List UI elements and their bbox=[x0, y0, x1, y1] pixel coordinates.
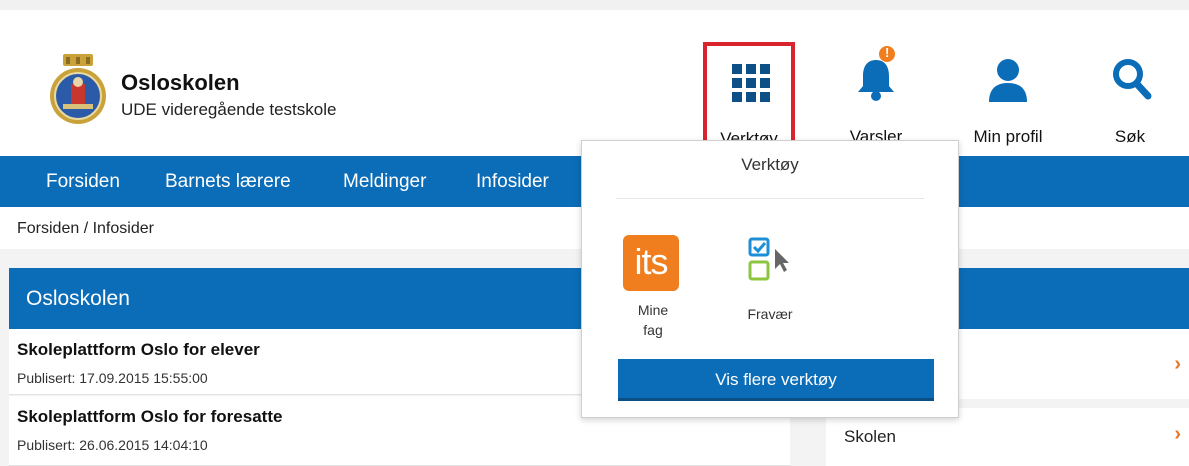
tool-label: Mine bbox=[637, 302, 669, 318]
article-date: Publisert: 26.06.2015 14:04:10 bbox=[17, 437, 208, 453]
chevron-right-icon: › bbox=[1174, 423, 1181, 445]
dropdown-divider bbox=[616, 198, 924, 199]
nav-item-teachers[interactable]: Barnets lærere bbox=[165, 171, 291, 193]
panel-title: Osloskolen bbox=[26, 287, 130, 310]
search-icon bbox=[1113, 59, 1152, 100]
article-title[interactable]: Skoleplattform Oslo for elever bbox=[17, 340, 260, 360]
site-header: Osloskolen UDE videregående testskole Ve… bbox=[0, 10, 1189, 156]
article-title[interactable]: Skoleplattform Oslo for foresatte bbox=[17, 407, 282, 427]
checkbox-cursor-icon bbox=[748, 237, 789, 281]
its-logo-icon: its bbox=[623, 235, 679, 291]
school-name[interactable]: Osloskolen bbox=[121, 70, 240, 96]
tool-fravaer[interactable]: Fravær bbox=[740, 235, 800, 324]
tool-mine-fag[interactable]: its Mine fag bbox=[623, 235, 683, 340]
school-subtitle: UDE videregående testskole bbox=[121, 100, 337, 119]
grid-icon bbox=[732, 64, 770, 102]
nav-item-messages[interactable]: Meldinger bbox=[343, 171, 426, 193]
oslo-seal-logo[interactable] bbox=[49, 54, 107, 126]
profile-button[interactable]: Min profil bbox=[955, 40, 1061, 150]
chevron-right-icon: › bbox=[1174, 353, 1181, 375]
tool-label: fag bbox=[643, 322, 663, 338]
tool-label: Fravær bbox=[747, 306, 793, 322]
nav-item-infopages[interactable]: Infosider bbox=[476, 171, 549, 193]
more-tools-button[interactable]: Vis flere verktøy bbox=[618, 359, 934, 401]
breadcrumb[interactable]: Forsiden / Infosider bbox=[17, 220, 154, 238]
nav-item-frontpage[interactable]: Forsiden bbox=[46, 171, 120, 193]
notifications-button[interactable]: ! Varsler bbox=[830, 40, 922, 150]
search-label: Søk bbox=[1114, 127, 1146, 146]
profile-label: Min profil bbox=[973, 127, 1043, 146]
search-button[interactable]: Søk bbox=[1098, 40, 1162, 150]
person-icon bbox=[989, 59, 1027, 102]
notification-badge-mark: ! bbox=[885, 45, 890, 60]
tools-button[interactable]: Verktøy bbox=[703, 42, 795, 154]
article-date: Publisert: 17.09.2015 15:55:00 bbox=[17, 370, 208, 386]
right-panel-row-label: Skolen bbox=[844, 427, 896, 446]
tools-dropdown: Verktøy its Mine fag Fravær Vis flere ve… bbox=[581, 140, 959, 418]
dropdown-title: Verktøy bbox=[741, 155, 799, 174]
top-strip bbox=[0, 0, 1189, 10]
